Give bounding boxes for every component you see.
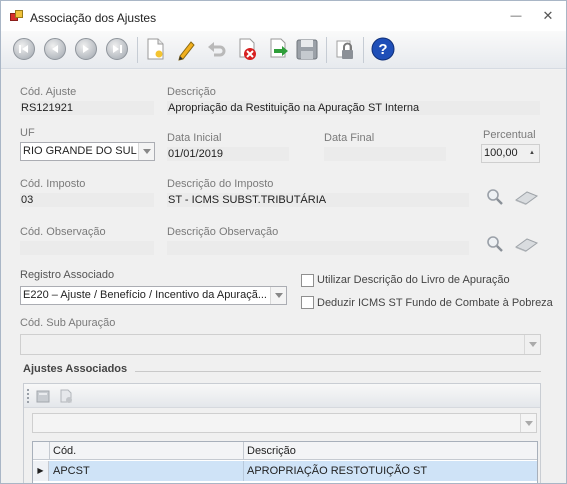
descricao-imposto-field[interactable]: ST - ICMS SUBST.TRIBUTÁRIA <box>167 193 469 207</box>
cod-sub-apuracao-dropdown[interactable] <box>20 334 541 355</box>
eraser-icon <box>514 238 539 252</box>
cod-imposto-field[interactable]: 03 <box>20 193 154 207</box>
window-title: Associação dos Ajustes <box>30 11 157 25</box>
toolbar-separator <box>137 37 138 63</box>
ajuste-select-dropdown[interactable] <box>32 413 537 433</box>
descricao-imposto-label: Descrição do Imposto <box>167 178 274 190</box>
column-header-cod[interactable]: Cód. <box>53 442 76 460</box>
spinner-arrows-icon: ▲▼ <box>529 150 535 156</box>
data-inicial-field[interactable]: 01/01/2019 <box>167 147 289 161</box>
descricao-observacao-label: Descrição Observação <box>167 226 279 238</box>
deduzir-icms-label[interactable]: Deduzir ICMS ST Fundo de Combate à Pobre… <box>317 297 553 309</box>
last-record-button[interactable] <box>103 34 131 64</box>
magnifier-icon <box>487 189 503 205</box>
previous-record-icon <box>44 38 66 60</box>
save-and-exit-button[interactable] <box>265 34 293 64</box>
cod-imposto-label: Cód. Imposto <box>20 178 86 190</box>
cod-ajuste-field[interactable]: RS121921 <box>20 101 154 115</box>
data-final-label: Data Final <box>324 132 375 144</box>
utilizar-descricao-checkbox[interactable] <box>301 274 314 287</box>
data-inicial-label: Data Inicial <box>167 132 222 144</box>
utilizar-descricao-label[interactable]: Utilizar Descrição do Livro de Apuração <box>317 274 510 286</box>
ajustes-associados-panel: Cód. Descrição ▶ APCST APROPRIAÇÃO RESTO… <box>23 383 541 483</box>
lock-button[interactable] <box>331 34 359 64</box>
next-record-icon <box>75 38 97 60</box>
deduzir-icms-checkbox[interactable] <box>301 296 314 309</box>
percentual-spinner[interactable]: 100,00 ▲▼ <box>481 144 540 163</box>
delete-button[interactable] <box>234 34 262 64</box>
ajustes-associados-title: Ajustes Associados <box>23 363 128 375</box>
descricao-observacao-field[interactable] <box>167 241 469 255</box>
undo-button[interactable] <box>203 34 231 64</box>
toolbar-grip-icon <box>27 389 29 403</box>
export-document-icon <box>270 38 288 58</box>
title-bar: Associação dos Ajustes — ✕ <box>1 1 566 31</box>
percentual-value: 100,00 <box>484 147 518 159</box>
column-header-descricao[interactable]: Descrição <box>247 442 296 460</box>
minimize-button[interactable]: — <box>504 7 528 25</box>
chevron-down-icon <box>270 287 286 304</box>
cod-observacao-label: Cód. Observação <box>20 226 106 238</box>
cod-ajuste-label: Cód. Ajuste <box>20 86 77 98</box>
window: Associação dos Ajustes — ✕ ? Cód. Ajuste… <box>0 0 567 484</box>
help-button[interactable]: ? <box>369 34 397 64</box>
percentual-label: Percentual <box>483 129 536 141</box>
first-record-button[interactable] <box>10 34 38 64</box>
undo-icon <box>208 42 226 57</box>
first-record-icon <box>13 38 35 60</box>
clear-observacao-button[interactable] <box>513 235 539 255</box>
registro-associado-dropdown[interactable]: E220 – Ajuste / Benefício / Incentivo da… <box>20 286 287 305</box>
svg-text:?: ? <box>378 41 387 58</box>
last-record-icon <box>106 38 128 60</box>
descricao-label: Descrição <box>167 86 216 98</box>
new-document-icon <box>147 38 164 60</box>
pencil-icon <box>178 41 195 61</box>
clear-imposto-button[interactable] <box>513 188 539 208</box>
toolbar-separator <box>326 37 327 63</box>
ajustes-grid: Cód. Descrição ▶ APCST APROPRIAÇÃO RESTO… <box>32 441 538 483</box>
uf-label: UF <box>20 127 35 139</box>
toolbar-separator <box>363 37 364 63</box>
lock-icon <box>336 40 353 59</box>
cod-sub-apuracao-label: Cód. Sub Apuração <box>20 317 116 329</box>
search-observacao-button[interactable] <box>486 235 506 255</box>
app-icon <box>10 10 24 22</box>
eraser-icon <box>514 191 539 205</box>
magnifier-icon <box>487 236 503 252</box>
row-indicator-icon: ▶ <box>33 461 49 481</box>
chevron-down-icon <box>138 143 154 160</box>
registro-associado-label: Registro Associado <box>20 269 115 281</box>
chevron-down-icon <box>520 414 536 432</box>
add-row-icon <box>36 390 50 403</box>
help-icon: ? <box>371 37 395 61</box>
chevron-down-icon <box>524 335 540 354</box>
remove-ajuste-button[interactable] <box>58 388 74 404</box>
cod-observacao-field[interactable] <box>20 241 154 255</box>
toolbar: ? <box>1 31 566 69</box>
descricao-field[interactable]: Apropriação da Restituição na Apuração S… <box>167 101 540 115</box>
form-panel: Cód. Ajuste RS121921 Descrição Apropriaç… <box>1 70 566 483</box>
edit-button[interactable] <box>172 34 200 64</box>
table-row[interactable]: ▶ APCST APROPRIAÇÃO RESTOTUIÇÃO ST <box>33 461 537 481</box>
new-document-button[interactable] <box>141 34 169 64</box>
delete-document-icon <box>239 38 256 60</box>
close-button[interactable]: ✕ <box>536 7 560 25</box>
previous-record-button[interactable] <box>41 34 69 64</box>
save-button[interactable] <box>293 34 321 64</box>
row-cod-cell: APCST <box>53 465 90 477</box>
row-descricao-cell: APROPRIAÇÃO RESTOTUIÇÃO ST <box>247 465 428 477</box>
next-record-button[interactable] <box>72 34 100 64</box>
add-ajuste-button[interactable] <box>36 388 52 404</box>
uf-dropdown[interactable]: RIO GRANDE DO SUL <box>20 142 155 161</box>
floppy-disk-icon <box>296 39 318 60</box>
remove-row-icon <box>60 389 72 403</box>
group-divider <box>135 371 541 372</box>
search-imposto-button[interactable] <box>486 188 506 208</box>
uf-value: RIO GRANDE DO SUL <box>23 145 137 157</box>
registro-associado-value: E220 – Ajuste / Benefício / Incentivo da… <box>23 289 267 301</box>
grid-header: Cód. Descrição <box>33 442 537 460</box>
data-final-field[interactable] <box>324 147 446 161</box>
ajustes-toolbar <box>24 384 540 408</box>
